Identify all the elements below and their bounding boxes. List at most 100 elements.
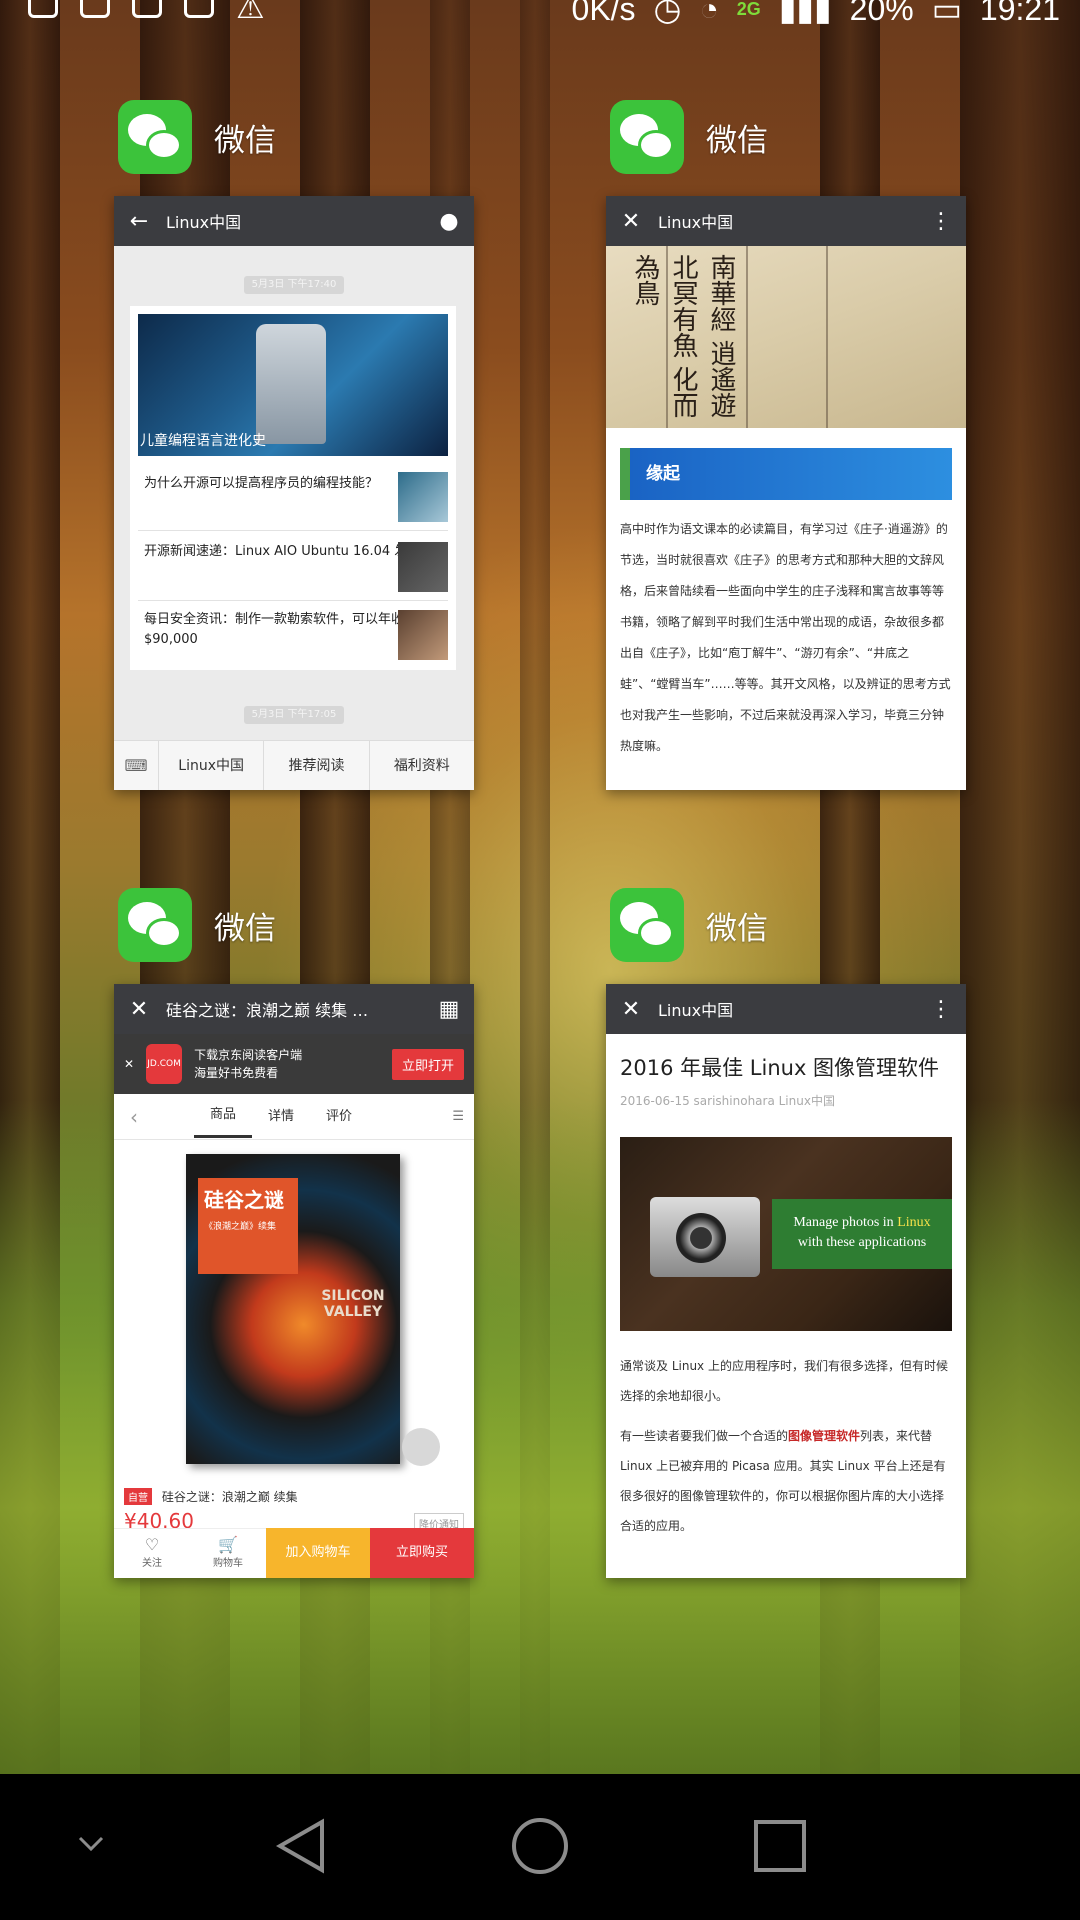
- chat-body: 5月3日 下午17:40 儿童编程语言进化史 为什么开源可以提高程序员的编程技能…: [114, 246, 474, 790]
- cart-icon: 🛒: [218, 1535, 238, 1554]
- follow-button[interactable]: ♡ 关注: [114, 1528, 190, 1578]
- article-title: 2016 年最佳 Linux 图像管理软件: [620, 1056, 940, 1080]
- grid-icon[interactable]: ▦: [434, 997, 464, 1022]
- card-title: Linux中国: [658, 1001, 734, 1020]
- product-tabs: ‹ 商品 详情 评价 ☰: [114, 1094, 474, 1140]
- news-thumbnail: [398, 472, 448, 522]
- article-text: 高中时作为语文课本的必读篇目，有学习过《庄子·逍遥游》的节选，当时就很喜欢《庄子…: [620, 522, 951, 753]
- back-icon[interactable]: [272, 1816, 332, 1876]
- section-heading: 缘起: [620, 448, 952, 500]
- article-body: 2016 年最佳 Linux 图像管理软件 2016-06-15 sarishi…: [606, 1034, 966, 1541]
- banner-line-1: 下载京东阅读客户端: [194, 1048, 303, 1062]
- tab-details[interactable]: 详情: [252, 1094, 310, 1140]
- card-titlebar: ← Linux中国 ●: [114, 196, 474, 246]
- news-card[interactable]: 儿童编程语言进化史 为什么开源可以提高程序员的编程技能？ 开源新闻速递：Linu…: [130, 306, 456, 670]
- timestamp: 5月3日 下午17:40: [244, 276, 344, 294]
- hide-nav-icon[interactable]: [74, 1826, 108, 1860]
- banner-text: 下载京东阅读客户端 海量好书免费看: [194, 1046, 380, 1082]
- home-icon[interactable]: [510, 1816, 570, 1876]
- menu-item[interactable]: Linux中国: [158, 740, 263, 790]
- card-titlebar: ✕ Linux中国 ⋮: [606, 196, 966, 246]
- recent-card-3[interactable]: ✕ 硅谷之谜：浪潮之巅 续集 … ▦ ✕ JD.COM 下载京东阅读客户端 海量…: [114, 984, 474, 1578]
- close-banner-icon[interactable]: ✕: [124, 1057, 134, 1071]
- user-icon: [80, 0, 110, 18]
- message-icon: [28, 0, 58, 18]
- menu-item[interactable]: 福利资料: [368, 740, 474, 790]
- robot-illustration: [256, 324, 326, 444]
- status-bar: ⚠ 0K/s ◷ ◔ 2G ▮▮▮ 20% ▭ 19:21: [0, 0, 1080, 30]
- app-name: 微信: [214, 122, 276, 159]
- back-icon[interactable]: ‹: [114, 1105, 154, 1129]
- battery-percent: 20%: [849, 0, 914, 27]
- article-paragraph-2: 有一些读者要我们做一个合适的图像管理软件列表，来代替 Linux 上已被弃用的 …: [620, 1421, 952, 1541]
- app-header-3: 微信: [118, 888, 276, 962]
- tab-reviews[interactable]: 评价: [310, 1094, 368, 1140]
- more-icon[interactable]: ⋮: [926, 209, 956, 234]
- wechat-icon: [118, 100, 192, 174]
- column-line: [746, 246, 748, 428]
- overlay-text-highlight: Linux: [897, 1215, 931, 1230]
- para-text: 有一些读者要我们做一个合适的: [620, 1429, 789, 1443]
- follow-label: 关注: [142, 1558, 162, 1569]
- recents-icon[interactable]: [752, 1818, 808, 1874]
- close-icon[interactable]: ✕: [616, 997, 646, 1022]
- network-speed: 0K/s: [571, 0, 636, 27]
- card-titlebar: ✕ Linux中国 ⋮: [606, 984, 966, 1034]
- news-hero-image[interactable]: 儿童编程语言进化史: [138, 314, 448, 456]
- person-icon[interactable]: ●: [434, 209, 464, 234]
- book-characters: 南華經 逍遙遊 北冥有魚 化而為鳥: [630, 254, 736, 419]
- app-name: 微信: [706, 910, 768, 947]
- article-hero-image: Manage photos in Linux with these applic…: [620, 1137, 952, 1331]
- signal-icon: ▮▮▮: [778, 0, 832, 27]
- book-subtitle: 《浪潮之巅》续集: [204, 1222, 277, 1232]
- open-app-button[interactable]: 立即打开: [391, 1048, 464, 1080]
- book-title: 硅谷之谜: [204, 1188, 284, 1212]
- purchase-bar: ♡ 关注 🛒 购物车 加入购物车 立即购买: [114, 1528, 474, 1578]
- recent-card-4[interactable]: ✕ Linux中国 ⋮ 2016 年最佳 Linux 图像管理软件 2016-0…: [606, 984, 966, 1578]
- list-icon[interactable]: ☰: [368, 1109, 474, 1124]
- para-highlight: 图像管理软件: [788, 1429, 861, 1443]
- image-overlay-text: Manage photos in Linux with these applic…: [772, 1199, 952, 1269]
- overlay-text-a: Manage photos in: [793, 1215, 898, 1230]
- cart-button[interactable]: 🛒 购物车: [190, 1528, 266, 1578]
- card-title: 硅谷之谜：浪潮之巅 续集 …: [166, 1001, 369, 1020]
- book-label: 硅谷之谜 《浪潮之巅》续集: [198, 1178, 298, 1274]
- keyboard-icon[interactable]: ⌨: [114, 756, 158, 775]
- ancient-book-image: 南華經 逍遙遊 北冥有魚 化而為鳥: [606, 246, 966, 428]
- app-name: 微信: [214, 910, 276, 947]
- more-icon[interactable]: ⋮: [926, 997, 956, 1022]
- wechat-icon: [610, 888, 684, 962]
- tab-goods[interactable]: 商品: [194, 1095, 253, 1138]
- network-type: 2G: [736, 0, 761, 19]
- clock: 19:21: [979, 0, 1060, 27]
- recent-card-2[interactable]: ✕ Linux中国 ⋮ 南華經 逍遙遊 北冥有魚 化而為鳥 缘起 高中时作为语文…: [606, 196, 966, 790]
- app-header-1: 微信: [118, 100, 276, 174]
- buy-now-button[interactable]: 立即购买: [370, 1528, 474, 1578]
- app-name: 微信: [706, 122, 768, 159]
- download-banner: ✕ JD.COM 下载京东阅读客户端 海量好书免费看 立即打开: [114, 1034, 474, 1094]
- add-to-cart-button[interactable]: 加入购物车: [266, 1528, 370, 1578]
- article-paragraph: 通常谈及 Linux 上的应用程序时，我们有很多选择，但有时候选择的余地却很小。: [620, 1359, 948, 1403]
- news-thumbnail: [398, 610, 448, 660]
- alarm-icon: ◷: [653, 0, 682, 27]
- para-text: 列表，来代替 Linux 上已被弃用的 Picasa 应用。其实 Linux 平…: [620, 1429, 946, 1533]
- wifi-icon: ◔: [699, 0, 719, 27]
- recent-card-1[interactable]: ← Linux中国 ● 5月3日 下午17:40 儿童编程语言进化史 为什么开源…: [114, 196, 474, 790]
- card-title: Linux中国: [166, 213, 242, 232]
- app-header-2: 微信: [610, 100, 768, 174]
- heart-icon: ♡: [144, 1535, 160, 1554]
- navigation-bar: [0, 1774, 1080, 1920]
- camera-illustration: [650, 1197, 760, 1277]
- menu-item[interactable]: 推荐阅读: [263, 740, 368, 790]
- wechat-icon: [610, 100, 684, 174]
- divider: [138, 530, 448, 531]
- back-arrow-icon[interactable]: ←: [124, 209, 154, 234]
- close-icon[interactable]: ✕: [124, 997, 154, 1022]
- column-line: [826, 246, 828, 428]
- lock-file-icon: [132, 0, 162, 18]
- close-icon[interactable]: ✕: [616, 209, 646, 234]
- cart-label: 购物车: [213, 1558, 243, 1569]
- product-image-area: 硅谷之谜 《浪潮之巅》续集 SILICON VALLEY: [114, 1140, 474, 1480]
- floating-button[interactable]: [402, 1428, 440, 1466]
- jd-logo: JD.COM: [146, 1044, 183, 1084]
